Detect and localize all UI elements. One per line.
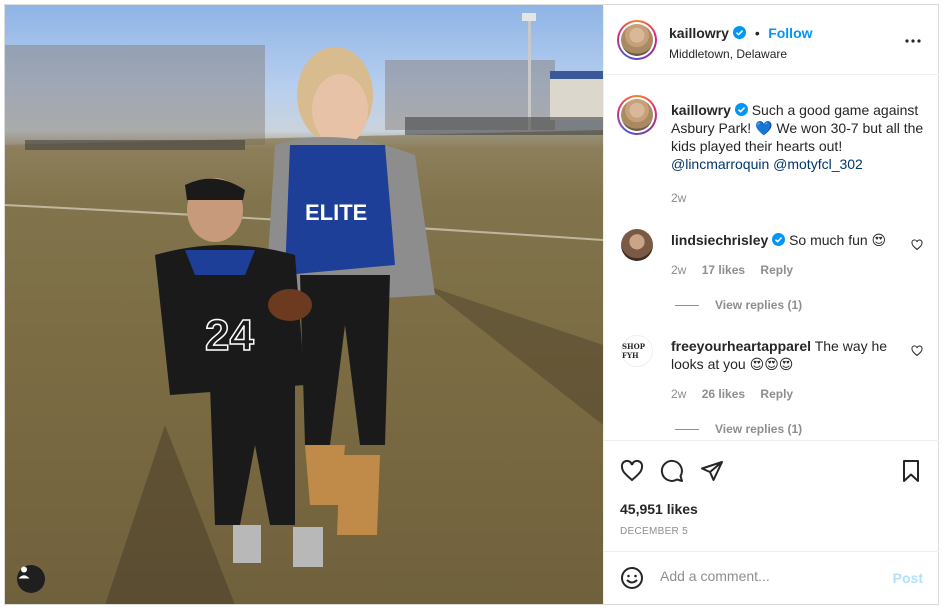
- comment-meta: 2w 17 likes Reply: [671, 263, 793, 277]
- comment-text: freeyourheartapparel The way he looks at…: [671, 337, 901, 373]
- header-separator: •: [754, 25, 760, 41]
- replies-divider: [675, 305, 699, 307]
- reply-button[interactable]: Reply: [760, 263, 793, 277]
- author-username[interactable]: kaillowry: [669, 25, 729, 41]
- reply-button[interactable]: Reply: [760, 387, 793, 401]
- likes-count[interactable]: 45,951 likes: [620, 501, 698, 517]
- view-replies-label: View replies (1): [715, 298, 803, 312]
- author-info: kaillowry • Follow Middletown, Delaware: [669, 25, 813, 61]
- comment-text: lindsiechrisley So much fun 😍: [671, 231, 901, 249]
- share-paper-plane-icon[interactable]: [700, 459, 724, 483]
- comment-input[interactable]: [660, 568, 880, 584]
- post-actions: 45,951 likes DECEMBER 5: [604, 441, 939, 551]
- post-comment-button[interactable]: Post: [893, 570, 923, 586]
- caption-author-username[interactable]: kaillowry: [671, 102, 731, 118]
- instagram-post-modal: ELITE 24 kaillowry • Follow Middletown, …: [4, 4, 939, 605]
- verified-badge-icon: [772, 233, 786, 246]
- verified-badge-icon: [733, 26, 747, 39]
- author-avatar[interactable]: [617, 20, 657, 60]
- save-bookmark-icon[interactable]: [899, 459, 923, 483]
- like-heart-icon[interactable]: [620, 459, 644, 483]
- caption-text: kaillowry Such a good game against Asbur…: [671, 101, 926, 173]
- like-comment-heart-icon[interactable]: [911, 345, 923, 357]
- comment-meta: 2w 26 likes Reply: [671, 387, 793, 401]
- comment-age[interactable]: 2w: [671, 387, 686, 401]
- verified-badge-icon: [734, 103, 748, 116]
- svg-text:ELITE: ELITE: [305, 200, 367, 225]
- user-icon: [18, 566, 30, 579]
- comment-body: So much fun 😍: [789, 232, 887, 248]
- comment-composer: Post: [604, 551, 939, 604]
- like-comment-heart-icon[interactable]: [911, 239, 923, 251]
- view-replies-button[interactable]: View replies (1): [675, 422, 802, 436]
- commenter-username[interactable]: lindsiechrisley: [671, 232, 768, 248]
- commenter-username[interactable]: freeyourheartapparel: [671, 338, 811, 354]
- comment-likes[interactable]: 26 likes: [702, 387, 745, 401]
- post-photo[interactable]: ELITE 24: [5, 5, 603, 604]
- view-replies-button[interactable]: View replies (1): [675, 298, 802, 312]
- comment-age[interactable]: 2w: [671, 263, 686, 277]
- comments-section[interactable]: kaillowry Such a good game against Asbur…: [604, 75, 939, 441]
- blue-heart-emoji: 💙: [755, 120, 773, 136]
- emoji-smiley-icon[interactable]: [620, 566, 644, 590]
- caption-author-avatar[interactable]: [617, 95, 657, 135]
- post-header: kaillowry • Follow Middletown, Delaware: [604, 5, 939, 75]
- tagged-users-button[interactable]: [17, 565, 45, 593]
- post-location[interactable]: Middletown, Delaware: [669, 47, 813, 61]
- photo-illustration: ELITE 24: [5, 13, 603, 604]
- commenter-avatar[interactable]: SHOP FYH: [621, 335, 653, 367]
- view-replies-label: View replies (1): [715, 422, 803, 436]
- replies-divider: [675, 429, 699, 431]
- mention-link[interactable]: @lincmarroquin: [671, 156, 769, 172]
- comment-icon[interactable]: [660, 459, 684, 483]
- follow-button[interactable]: Follow: [768, 25, 812, 41]
- more-horizontal-icon[interactable]: [903, 31, 923, 51]
- svg-text:24: 24: [205, 311, 254, 360]
- mention-link[interactable]: @motyfcl_302: [773, 156, 863, 172]
- commenter-avatar[interactable]: [621, 229, 653, 261]
- comment-likes[interactable]: 17 likes: [702, 263, 745, 277]
- post-date[interactable]: DECEMBER 5: [620, 526, 688, 537]
- caption-age[interactable]: 2w: [671, 191, 686, 205]
- post-details-panel: kaillowry • Follow Middletown, Delaware: [603, 5, 939, 604]
